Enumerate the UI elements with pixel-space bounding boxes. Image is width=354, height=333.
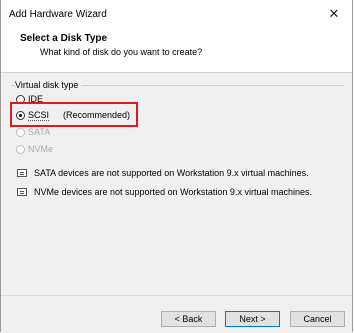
wizard-header: Select a Disk Type What kind of disk do … — [1, 30, 352, 73]
page-title: Select a Disk Type — [20, 33, 108, 44]
back-button[interactable]: < Back — [161, 311, 216, 327]
note-nvme: NVMe devices are not supported on Workst… — [17, 186, 312, 198]
radio-label-scsi[interactable]: SCSI — [28, 110, 50, 121]
radio-label-nvme: NVMe — [28, 144, 54, 154]
radio-option-sata: SATA — [16, 126, 50, 138]
note-text-nvme: NVMe devices are not supported on Workst… — [34, 187, 312, 197]
title-bar: Add Hardware Wizard ✕ — [1, 0, 352, 30]
close-icon[interactable]: ✕ — [322, 3, 346, 25]
radio-label-sata: SATA — [28, 127, 51, 137]
note-sata: SATA devices are not supported on Workst… — [17, 167, 309, 179]
window-title: Add Hardware Wizard — [9, 9, 107, 20]
info-note-icon — [17, 188, 27, 196]
radio-button-sata — [16, 127, 25, 137]
radio-button-scsi[interactable] — [16, 110, 25, 120]
group-label: Virtual disk type — [15, 80, 82, 90]
cancel-button[interactable]: Cancel — [290, 311, 345, 327]
radio-option-scsi[interactable]: SCSI (Recommended) — [16, 109, 130, 121]
recommended-label: (Recommended) — [63, 110, 131, 120]
page-subtitle: What kind of disk do you want to create? — [40, 47, 203, 57]
button-bar: < Back Next > Cancel — [1, 295, 352, 333]
add-hardware-wizard-dialog: Add Hardware Wizard ✕ Select a Disk Type… — [0, 0, 353, 333]
next-button[interactable]: Next > — [225, 311, 280, 327]
note-text-sata: SATA devices are not supported on Workst… — [34, 168, 309, 178]
info-note-icon — [17, 169, 27, 177]
radio-option-nvme: NVMe — [16, 143, 53, 155]
wizard-body: Virtual disk type IDE SCSI (Recommended)… — [1, 73, 352, 295]
radio-button-nvme — [16, 144, 25, 154]
